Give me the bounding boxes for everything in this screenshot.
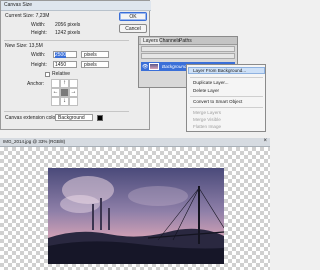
menu-item-layer-from-background[interactable]: Layer From Background... xyxy=(193,68,246,73)
width-input-value: 2500 xyxy=(55,52,67,58)
height-label: Height: xyxy=(31,62,47,68)
new-size-label: New Size: 13,5M xyxy=(5,43,43,49)
anchor-top[interactable]: ↑ xyxy=(60,79,69,88)
layer-context-menu: Layer From Background... Duplicate Layer… xyxy=(186,64,266,132)
extension-color-label: Canvas extension color: xyxy=(5,115,59,121)
menu-item-delete-layer[interactable]: Delete Layer xyxy=(193,88,219,93)
relative-checkbox[interactable] xyxy=(45,72,50,77)
anchor-label: Anchor: xyxy=(27,81,45,87)
close-icon[interactable]: × xyxy=(263,138,267,144)
canvas-size-dialog: Canvas Size Current Size: 7,23M Width: 2… xyxy=(0,0,151,130)
menu-item-merge-visible: Merge Visible xyxy=(193,117,221,122)
dialog-titlebar[interactable]: Canvas Size xyxy=(1,1,151,11)
relative-label: Relative xyxy=(52,71,71,77)
document-tab[interactable]: IMG_2014.jpg @ 33% (RGB/8) × xyxy=(0,138,270,147)
ok-button-label: OK xyxy=(129,14,137,20)
panel-tabbar: Layers Channels Paths xyxy=(139,37,237,45)
anchor-left[interactable]: ← xyxy=(51,88,60,97)
document-window: IMG_2014.jpg @ 33% (RGB/8) × xyxy=(0,138,270,270)
width-input[interactable]: 2500 xyxy=(53,51,77,58)
ok-button[interactable]: OK xyxy=(119,12,147,21)
blend-mode-row[interactable] xyxy=(141,46,235,52)
anchor-grid: ↑ ← → ↓ xyxy=(51,79,78,106)
height-input-value: 1450 xyxy=(55,62,67,68)
width-label: Width: xyxy=(31,52,46,58)
document-tab-title: IMG_2014.jpg @ 33% (RGB/8) xyxy=(3,139,66,144)
height-input[interactable]: 1450 xyxy=(53,61,77,68)
width-unit-value: pixels xyxy=(84,52,97,58)
document-image xyxy=(48,168,224,264)
menu-item-merge-layers: Merge Layers xyxy=(193,110,222,115)
anchor-top-left[interactable] xyxy=(51,79,60,88)
anchor-right[interactable]: → xyxy=(69,88,78,97)
anchor-bottom-left[interactable] xyxy=(51,97,60,106)
menu-separator xyxy=(190,107,263,108)
current-height-label: Height: xyxy=(31,30,47,36)
menu-separator xyxy=(190,77,263,78)
layer-name: Background xyxy=(162,64,187,69)
anchor-bottom[interactable]: ↓ xyxy=(60,97,69,106)
current-height-value: 1242 pixels xyxy=(55,30,81,36)
dialog-title: Canvas Size xyxy=(4,2,33,8)
menu-separator xyxy=(190,96,263,97)
cancel-button-label: Cancel xyxy=(125,26,141,32)
tab-layers[interactable]: Layers xyxy=(141,38,161,44)
extension-color-value: Background xyxy=(58,115,85,121)
anchor-bottom-right[interactable] xyxy=(69,97,78,106)
extension-color-swatch[interactable] xyxy=(97,115,103,121)
menu-item-duplicate-layer[interactable]: Duplicate Layer... xyxy=(193,80,229,85)
menu-item-convert-to-smart-object[interactable]: Convert to Smart Object xyxy=(193,99,242,104)
menu-item-flatten-image: Flatten Image xyxy=(193,124,222,129)
extension-color-select[interactable]: Background xyxy=(55,114,93,121)
height-unit-select[interactable]: pixels xyxy=(81,61,109,68)
eye-icon[interactable]: 👁 xyxy=(142,64,148,70)
divider xyxy=(4,111,129,112)
divider xyxy=(4,40,129,41)
current-size-label: Current Size: 7,23M xyxy=(5,13,50,19)
layer-thumbnail xyxy=(149,63,159,70)
current-width-value: 2056 pixels xyxy=(55,22,81,28)
tab-paths[interactable]: Paths xyxy=(179,38,192,44)
lock-row[interactable] xyxy=(141,53,235,59)
cancel-button[interactable]: Cancel xyxy=(119,24,147,33)
width-unit-select[interactable]: pixels xyxy=(81,51,109,58)
transparent-canvas-area[interactable] xyxy=(0,147,270,270)
tab-channels[interactable]: Channels xyxy=(159,38,180,44)
current-width-label: Width: xyxy=(31,22,46,28)
anchor-top-right[interactable] xyxy=(69,79,78,88)
anchor-center[interactable] xyxy=(60,88,69,97)
height-unit-value: pixels xyxy=(84,62,97,68)
